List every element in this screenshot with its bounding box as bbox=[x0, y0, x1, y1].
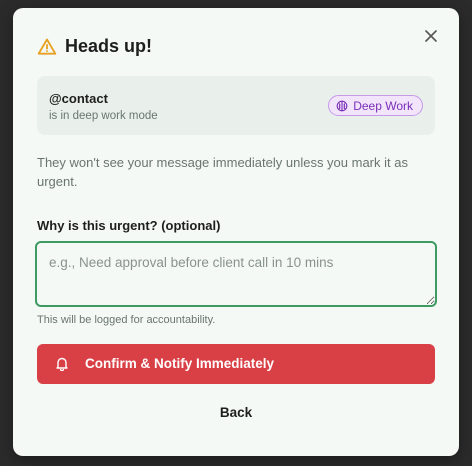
back-button[interactable]: Back bbox=[163, 400, 309, 424]
reason-label: Why is this urgent? (optional) bbox=[37, 218, 221, 233]
urgent-notify-dialog: Heads up! @contact is in deep work mode … bbox=[13, 8, 459, 456]
contact-name: @contact bbox=[49, 91, 108, 106]
brain-icon bbox=[336, 100, 348, 111]
helper-text: This will be logged for accountability. bbox=[37, 314, 216, 326]
dialog-title: Heads up! bbox=[65, 36, 153, 56]
warning-icon bbox=[37, 38, 57, 55]
description-text: They won't see your message immediately … bbox=[37, 155, 408, 189]
confirm-button-label: Confirm & Notify Immediately bbox=[85, 356, 275, 371]
badge-label: Deep Work bbox=[353, 98, 413, 113]
bell-icon bbox=[56, 357, 68, 371]
close-button[interactable] bbox=[423, 28, 439, 44]
contact-card: @contact is in deep work mode Deep Work bbox=[37, 76, 435, 135]
reason-field-wrapper bbox=[35, 241, 437, 307]
deep-work-badge: Deep Work bbox=[328, 95, 423, 116]
confirm-notify-button[interactable]: Confirm & Notify Immediately bbox=[37, 344, 435, 384]
dialog-header: Heads up! bbox=[37, 36, 152, 57]
contact-status: is in deep work mode bbox=[49, 110, 158, 122]
close-icon bbox=[425, 30, 437, 42]
reason-textarea[interactable] bbox=[37, 243, 435, 305]
